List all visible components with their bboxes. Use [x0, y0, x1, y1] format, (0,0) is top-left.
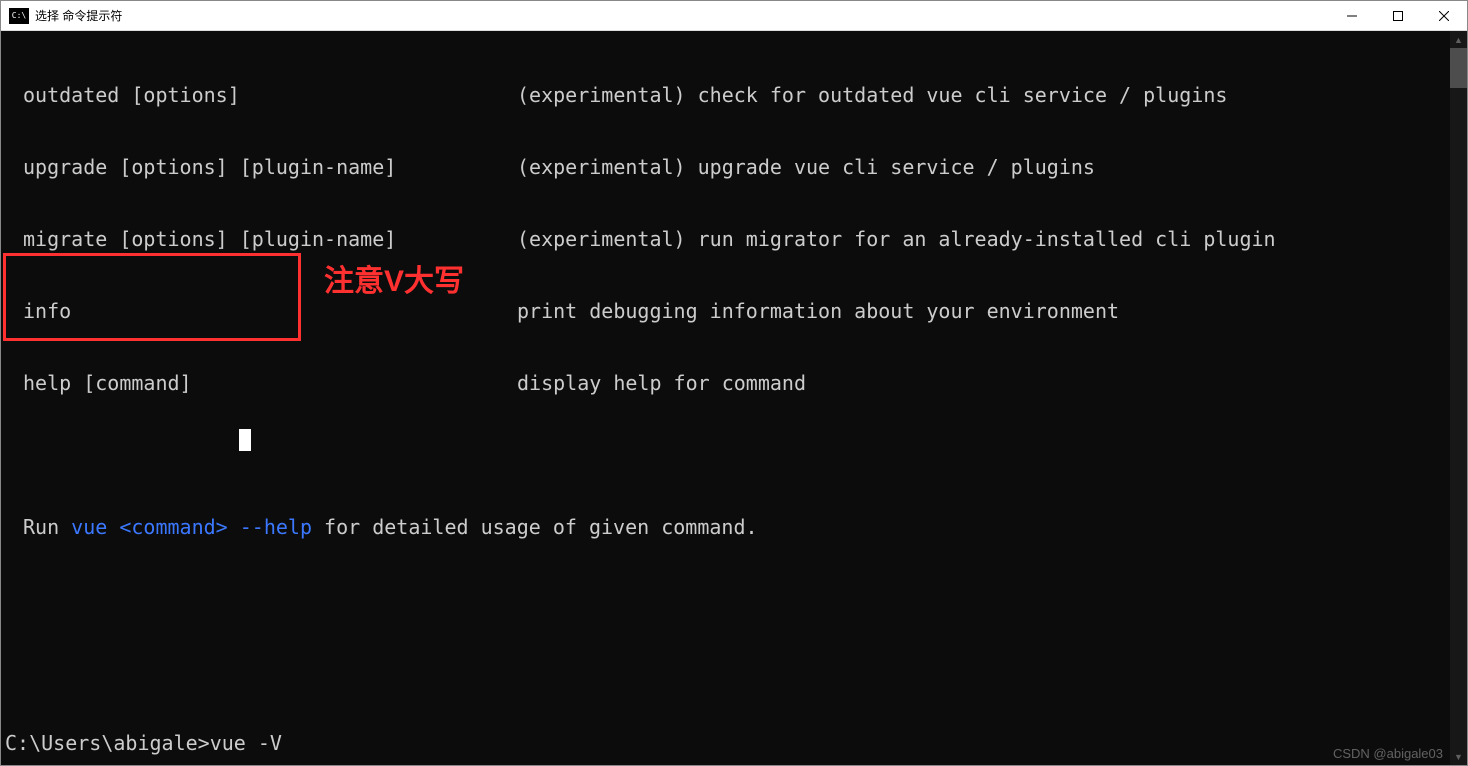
scroll-up-arrow-icon[interactable]: ▲	[1450, 31, 1467, 48]
help-desc: print debugging information about your e…	[517, 299, 1119, 323]
mouse-cursor-block	[239, 429, 251, 451]
help-desc: (experimental) run migrator for an alrea…	[517, 227, 1276, 251]
window-title: 选择 命令提示符	[35, 7, 1329, 24]
close-button[interactable]	[1421, 1, 1467, 31]
watermark-text: CSDN @abigale03	[1333, 746, 1443, 761]
terminal-body[interactable]: outdated [options](experimental) check f…	[1, 31, 1467, 765]
help-cmd: outdated [options]	[1, 83, 517, 107]
help-cmd: info	[1, 299, 517, 323]
help-cmd: help [command]	[1, 371, 517, 395]
help-desc: display help for command	[517, 371, 806, 395]
help-desc: (experimental) upgrade vue cli service /…	[517, 155, 1095, 179]
keyword-help-flag: --help	[240, 515, 312, 539]
run-hint-line: Run vue <command> --help for detailed us…	[1, 515, 1467, 539]
prompt-line: C:\Users\abigale>vue -V	[1, 731, 1467, 755]
help-desc: (experimental) check for outdated vue cl…	[517, 83, 1227, 107]
keyword-vue-command: vue <command>	[71, 515, 228, 539]
help-cmd: migrate [options] [plugin-name]	[1, 227, 517, 251]
titlebar[interactable]: C:\ 选择 命令提示符	[1, 1, 1467, 31]
cmd-icon: C:\	[9, 8, 29, 24]
scroll-down-arrow-icon[interactable]: ▼	[1450, 748, 1467, 765]
scrollbar-thumb[interactable]	[1450, 48, 1467, 88]
cmd-window: C:\ 选择 命令提示符 outdated [options](experime…	[0, 0, 1468, 766]
window-controls	[1329, 1, 1467, 31]
minimize-button[interactable]	[1329, 1, 1375, 31]
annotation-text: 注意V大写	[324, 256, 464, 300]
help-cmd: upgrade [options] [plugin-name]	[1, 155, 517, 179]
terminal-output: outdated [options](experimental) check f…	[1, 31, 1467, 765]
maximize-button[interactable]	[1375, 1, 1421, 31]
vertical-scrollbar[interactable]: ▲ ▼	[1450, 31, 1467, 765]
